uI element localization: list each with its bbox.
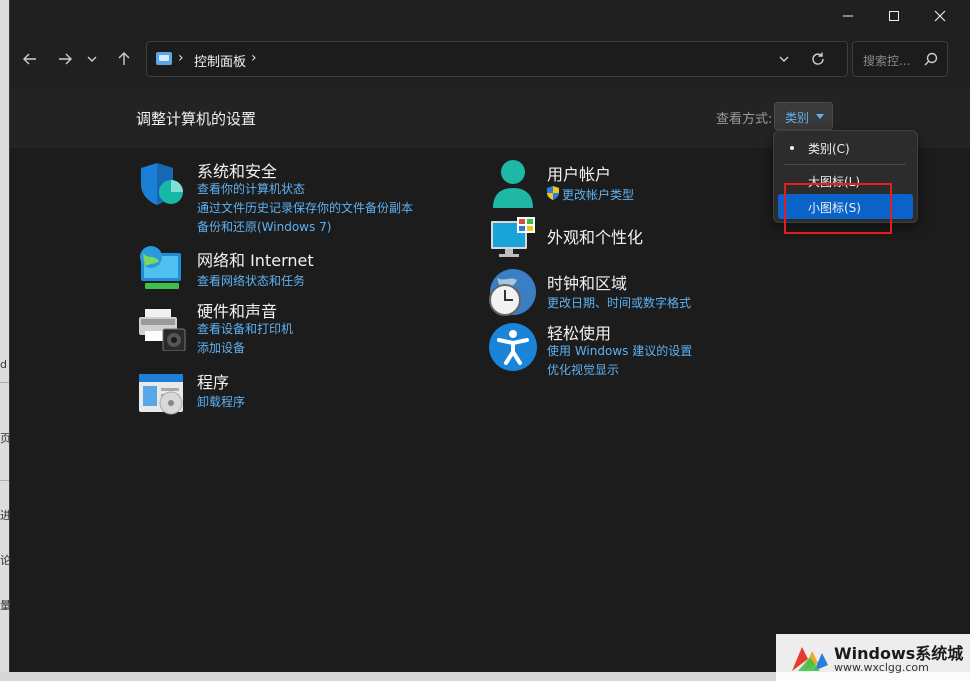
watermark: Windows系统城 www.wxclgg.com [776,634,970,681]
search-placeholder: 搜索控... [863,54,911,68]
link-recommended-settings[interactable]: 使用 Windows 建议的设置 [547,342,692,359]
search-icon[interactable] [923,51,939,71]
back-button[interactable] [15,44,45,74]
recent-locations-button[interactable] [81,44,103,74]
link-backup-restore[interactable]: 备份和还原(Windows 7) [197,218,331,235]
link-file-history-backup[interactable]: 通过文件历史记录保存你的文件备份副本 [197,199,413,216]
arrow-right-icon [59,53,72,65]
link-optimize-visual-display[interactable]: 优化视觉显示 [547,361,619,378]
page-title: 调整计算机的设置 [136,110,257,128]
forward-button[interactable] [50,44,80,74]
category-network-internet[interactable]: 网络和 Internet [197,247,314,271]
navigation-toolbar: › 控制面板 › 搜索控... [10,32,970,87]
chevron-down-icon [779,56,789,62]
link-add-device[interactable]: 添加设备 [197,339,245,356]
link-change-date-time-format[interactable]: 更改日期、时间或数字格式 [547,294,691,311]
category-clock-region[interactable]: 时钟和区域 [547,270,627,294]
category-hardware-sound[interactable]: 硬件和声音 [197,298,277,322]
watermark-logo-icon [792,647,828,671]
caret-down-icon [816,114,824,119]
selected-bullet-icon [790,146,794,150]
maximize-icon [889,11,899,21]
category-system-security[interactable]: 系统和安全 [197,158,277,182]
category-programs[interactable]: 程序 [197,369,229,393]
link-devices-printers[interactable]: 查看设备和打印机 [197,320,293,337]
refresh-icon [812,52,824,65]
address-bar[interactable]: › 控制面板 › [146,41,848,77]
link-uninstall-program[interactable]: 卸载程序 [197,393,245,410]
view-by-label: 查看方式: [716,112,773,127]
control-panel-window: › 控制面板 › 搜索控... 调整计算机的设置 查看方式: 类别 系统和安全 … [9,0,970,672]
view-by-dropdown[interactable]: 类别 [774,102,833,130]
link-view-computer-status[interactable]: 查看你的计算机状态 [197,180,305,197]
up-button[interactable] [109,44,139,74]
link-change-account-type[interactable]: 更改帐户类型 [562,186,634,203]
breadcrumb-chevron-icon: › [178,50,184,66]
monitor-icon[interactable] [489,217,537,259]
category-user-accounts[interactable]: 用户帐户 [547,161,611,185]
minimize-button[interactable] [825,0,871,32]
arrow-left-icon [23,53,36,65]
arrow-up-icon [118,52,130,65]
breadcrumb-chevron-icon[interactable]: › [251,50,257,66]
uac-shield-icon [547,186,559,200]
network-globe-icon[interactable] [137,245,185,293]
menu-item-category[interactable]: 类别(C) [778,135,913,160]
close-button[interactable] [917,0,963,32]
printer-speaker-icon[interactable] [137,307,187,351]
control-panel-icon [156,52,172,65]
menu-divider [784,164,906,165]
clock-globe-icon[interactable] [487,268,539,320]
category-ease-of-access[interactable]: 轻松使用 [547,320,611,344]
minimize-icon [843,15,853,17]
menu-item-label: 类别(C) [808,142,850,156]
refresh-button[interactable] [810,51,826,71]
category-appearance-personalization[interactable]: 外观和个性化 [547,224,643,248]
shield-icon[interactable] [137,162,185,208]
link-view-network-status[interactable]: 查看网络状态和任务 [197,272,305,289]
maximize-button[interactable] [871,0,917,32]
programs-disc-icon[interactable] [137,372,187,416]
view-by-value: 类别 [785,111,810,125]
chevron-down-icon [87,56,97,62]
watermark-url: www.wxclgg.com [834,661,929,674]
user-icon[interactable] [489,158,537,210]
annotation-highlight-box [784,183,892,234]
search-input[interactable]: 搜索控... [852,41,948,77]
title-bar[interactable] [10,0,970,32]
close-icon [934,10,946,22]
address-history-button[interactable] [777,51,791,70]
breadcrumb-control-panel[interactable]: 控制面板 [194,51,246,70]
accessibility-icon[interactable] [487,321,539,373]
